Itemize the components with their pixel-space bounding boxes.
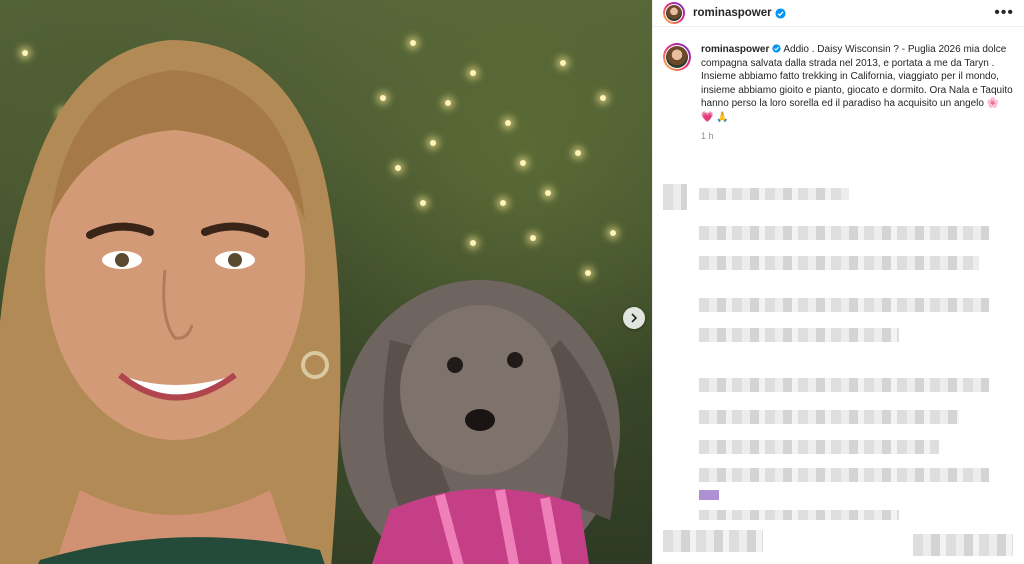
post-media[interactable] [0, 0, 652, 564]
avatar[interactable] [663, 2, 685, 24]
comments-section-pixelated [653, 178, 1024, 564]
verified-badge-icon [772, 44, 781, 53]
dog-photo [340, 280, 620, 564]
comment-line [699, 440, 939, 454]
comment-line [699, 468, 989, 482]
comment-line [699, 510, 899, 520]
post-side-panel: rominaspower ••• rominaspower Addio . Da… [652, 0, 1024, 564]
comment-avatar [663, 184, 687, 210]
caption-username[interactable]: rominaspower [701, 44, 769, 55]
chevron-right-icon [631, 313, 638, 323]
instagram-post-view: rominaspower ••• rominaspower Addio . Da… [0, 0, 1024, 564]
woman-portrait [0, 40, 341, 564]
comment-line [699, 490, 719, 500]
caption-avatar[interactable] [663, 43, 691, 71]
comment-line [699, 188, 849, 200]
comment-line [699, 410, 959, 424]
post-header: rominaspower ••• [653, 0, 1024, 27]
verified-badge-icon [775, 7, 786, 19]
more-options-icon[interactable]: ••• [994, 5, 1014, 21]
username-link[interactable]: rominaspower [693, 7, 772, 19]
comment-line [913, 534, 1013, 556]
caption-body: rominaspower Addio . Daisy Wisconsin ? -… [701, 43, 1014, 144]
comment-line [699, 256, 979, 270]
post-timestamp[interactable]: 1 h [701, 130, 1014, 144]
comment-line [699, 328, 899, 342]
caption-text: Addio . Daisy Wisconsin ? - Puglia 2026 … [701, 44, 1013, 123]
comment-line [699, 226, 989, 240]
next-image-button[interactable] [623, 307, 645, 329]
comment-line [663, 530, 763, 552]
comment-line [699, 298, 989, 312]
post-caption: rominaspower Addio . Daisy Wisconsin ? -… [653, 27, 1024, 144]
comment-line [699, 378, 989, 392]
